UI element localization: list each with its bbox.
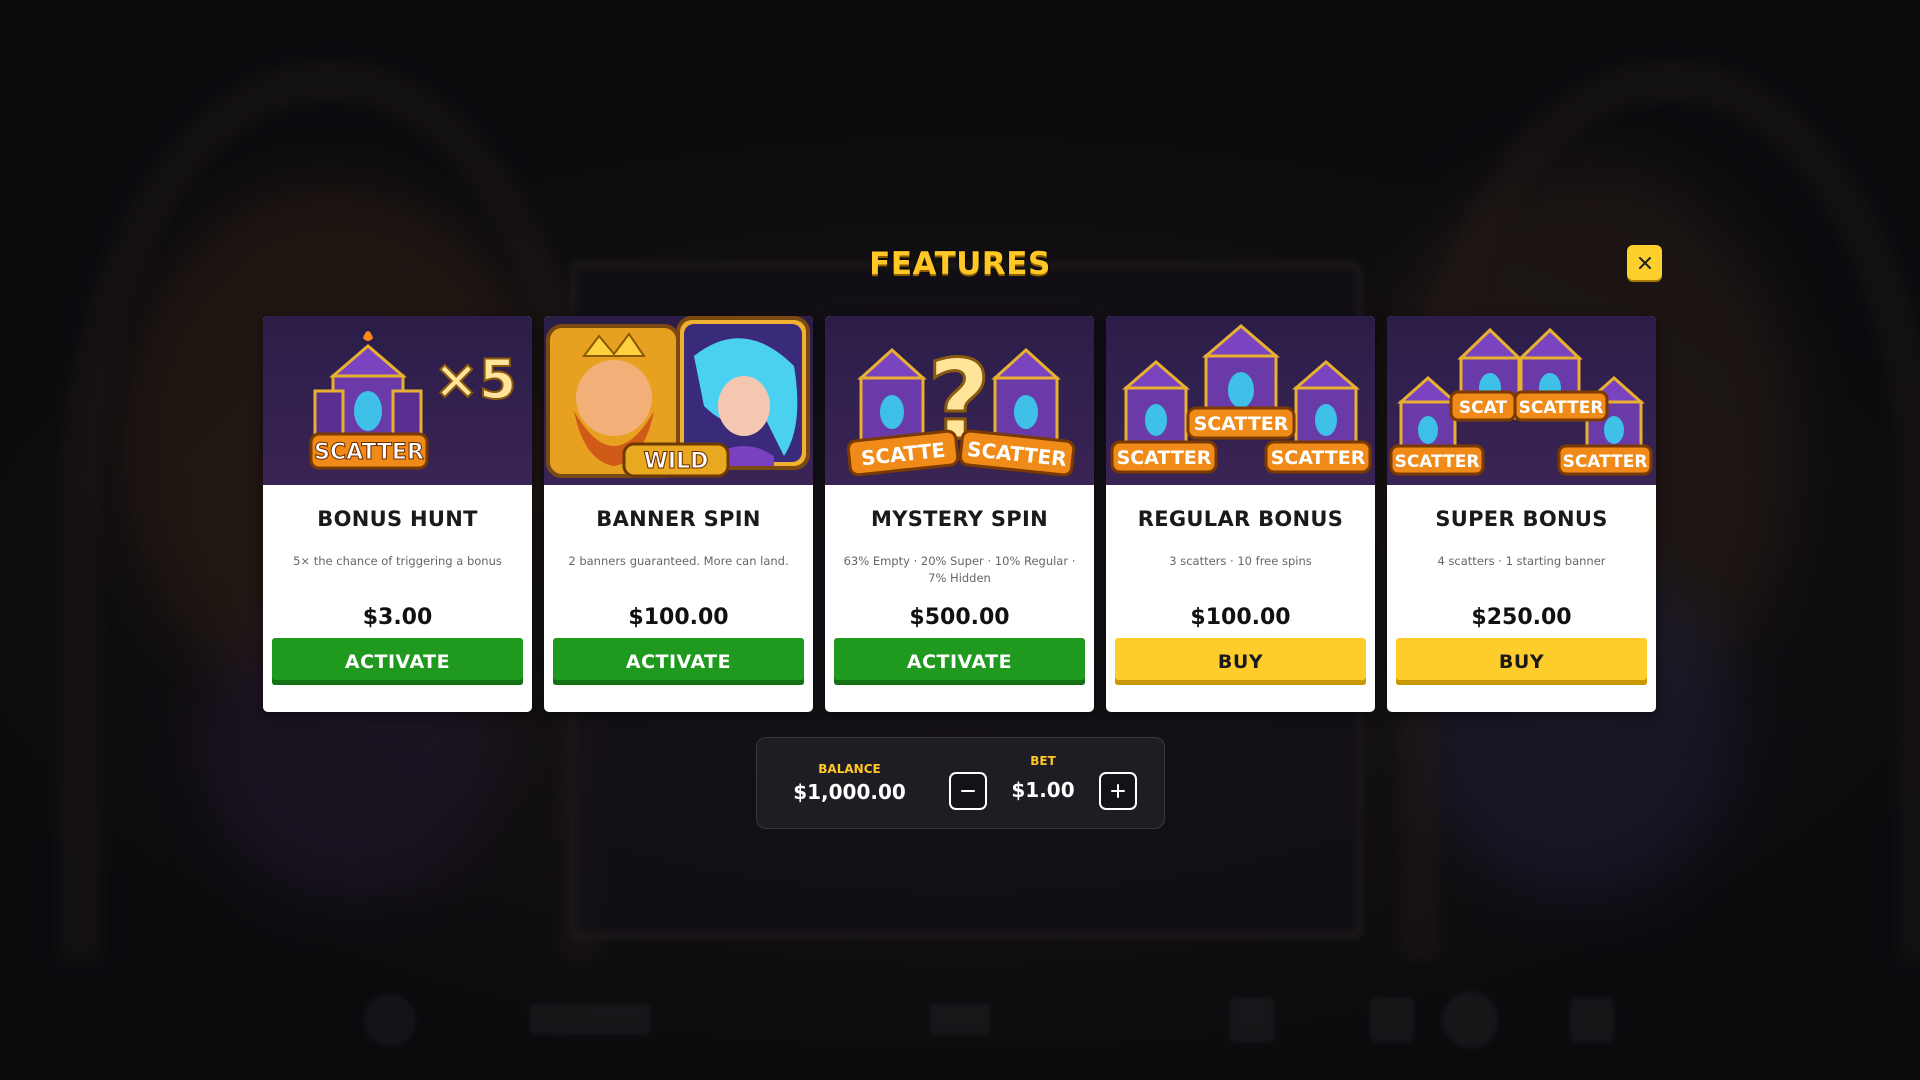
- scatter-label: SCATTER: [1117, 447, 1212, 469]
- regular-bonus-art: SCATTER SCATTER SCATTER: [1106, 316, 1375, 485]
- feature-card-bonus-hunt: SCATTER ×5 BONUS HUNT 5× the chance of t…: [263, 316, 532, 712]
- castle-icon: [1291, 360, 1361, 450]
- scatter-label: SCATTER: [1395, 452, 1480, 472]
- scatter-label: SCATTER: [314, 440, 424, 465]
- increase-bet-button[interactable]: [1099, 772, 1137, 810]
- plus-icon: [1111, 784, 1125, 798]
- close-icon: [1638, 256, 1651, 269]
- feature-description: 63% Empty · 20% Super · 10% Regular · 7%…: [843, 554, 1076, 585]
- feature-price: $500.00: [909, 605, 1010, 630]
- banner-spin-art: WILD: [544, 316, 813, 485]
- scatter-label: SCATTER: [1519, 398, 1604, 418]
- scatter-label: SCAT: [1459, 398, 1508, 418]
- feature-description: 5× the chance of triggering a bonus: [293, 554, 502, 568]
- scatter-label: SCATTER: [1271, 447, 1366, 469]
- multiplier-badge: ×5: [434, 348, 517, 411]
- feature-description: 2 banners guaranteed. More can land.: [568, 554, 789, 568]
- decrease-bet-button[interactable]: [949, 772, 987, 810]
- feature-card-regular-bonus: SCATTER SCATTER SCATTER REGULAR BONUS 3 …: [1106, 316, 1375, 712]
- feature-price: $3.00: [362, 605, 433, 630]
- super-bonus-art: SCAT SCATTER SCATTER SCATTER: [1387, 316, 1656, 485]
- feature-title: BONUS HUNT: [317, 507, 478, 531]
- feature-title: BANNER SPIN: [596, 507, 761, 531]
- activate-button[interactable]: ACTIVATE: [272, 638, 523, 685]
- castle-icon: [313, 331, 423, 448]
- castle-icon: [991, 347, 1061, 446]
- feature-card-super-bonus: SCAT SCATTER SCATTER SCATTER SUPER BONUS…: [1387, 316, 1656, 712]
- buy-button[interactable]: BUY: [1396, 638, 1647, 685]
- feature-price: $100.00: [1190, 605, 1291, 630]
- feature-title: REGULAR BONUS: [1137, 507, 1344, 531]
- wild-label: WILD: [644, 449, 709, 474]
- mystery-spin-art: ? SCATTE SCATTER: [825, 316, 1094, 485]
- feature-description: 3 scatters · 10 free spins: [1169, 554, 1312, 568]
- activate-button[interactable]: ACTIVATE: [553, 638, 804, 685]
- feature-description: 4 scatters · 1 starting banner: [1437, 554, 1606, 568]
- buy-button[interactable]: BUY: [1115, 638, 1366, 685]
- bet-panel: BALANCE $1,000.00 BET $1.00: [756, 737, 1165, 829]
- castle-icon: [1397, 375, 1459, 456]
- feature-title: SUPER BONUS: [1435, 507, 1608, 531]
- bet-value: $1.00: [1011, 778, 1075, 802]
- feature-card-banner-spin: WILD BANNER SPIN 2 banners guaranteed. M…: [544, 316, 813, 712]
- feature-price: $100.00: [628, 605, 729, 630]
- bet-label: BET: [1030, 754, 1056, 768]
- feature-price: $250.00: [1471, 605, 1572, 630]
- balance-value: $1,000.00: [793, 780, 906, 804]
- balance-label: BALANCE: [818, 762, 881, 776]
- castle-icon: [857, 347, 927, 446]
- minus-icon: [961, 790, 975, 792]
- close-button[interactable]: [1627, 245, 1662, 280]
- feature-title: MYSTERY SPIN: [871, 507, 1048, 531]
- activate-button[interactable]: ACTIVATE: [834, 638, 1085, 685]
- feature-cards: SCATTER ×5 BONUS HUNT 5× the chance of t…: [263, 316, 1656, 712]
- feature-card-mystery-spin: ? SCATTE SCATTER MYSTERY SPIN 63% Empty …: [825, 316, 1094, 712]
- scatter-label: SCATTER: [1194, 413, 1289, 435]
- castle-icon: [1121, 360, 1191, 450]
- bonus-hunt-art: SCATTER ×5: [263, 316, 532, 485]
- scatter-label: SCATTER: [1563, 452, 1648, 472]
